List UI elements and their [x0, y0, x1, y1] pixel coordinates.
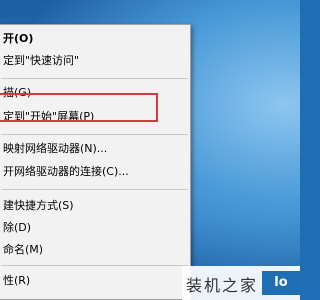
menu-item-rename[interactable]: 命名(M) [0, 239, 190, 261]
watermark: 装机之家 lo [182, 266, 300, 300]
menu-separator [1, 78, 188, 79]
menu-item-map-network-drive[interactable]: 映射网络驱动器(N)... [0, 138, 190, 160]
menu-item-disconnect-network-drive-label: 开网络驱动器的连接(C)... [3, 165, 129, 178]
menu-item-delete-label: 除(D) [3, 221, 32, 234]
menu-separator [1, 265, 188, 266]
menu-item-properties-label: 性(R) [3, 274, 31, 287]
menu-item-pin-quick-access[interactable]: 定到"快速访问" [0, 50, 190, 72]
menu-item-create-shortcut-label: 建快捷方式(S) [3, 199, 74, 212]
menu-item-rename-label: 命名(M) [3, 243, 44, 256]
highlight-annotation-box [0, 93, 158, 122]
context-menu: 开(O) 定到"快速访问" 描(G) 定到"开始"屏幕(P) 映射网络驱动器(N… [0, 24, 191, 300]
menu-item-map-network-drive-label: 映射网络驱动器(N)... [3, 142, 108, 155]
menu-item-open[interactable]: 开(O) [0, 28, 190, 50]
watermark-text: 装机之家 [186, 276, 259, 295]
menu-separator [1, 189, 188, 190]
menu-item-delete[interactable]: 除(D) [0, 217, 190, 239]
watermark-logo: lo [262, 271, 300, 295]
menu-item-create-shortcut[interactable]: 建快捷方式(S) [0, 195, 190, 217]
menu-item-pin-quick-access-label: 定到"快速访问" [3, 54, 80, 67]
menu-item-disconnect-network-drive[interactable]: 开网络驱动器的连接(C)... [0, 161, 190, 183]
menu-item-properties[interactable]: 性(R) [0, 270, 190, 292]
menu-separator [1, 134, 188, 135]
menu-item-open-label: 开(O) [3, 32, 34, 45]
